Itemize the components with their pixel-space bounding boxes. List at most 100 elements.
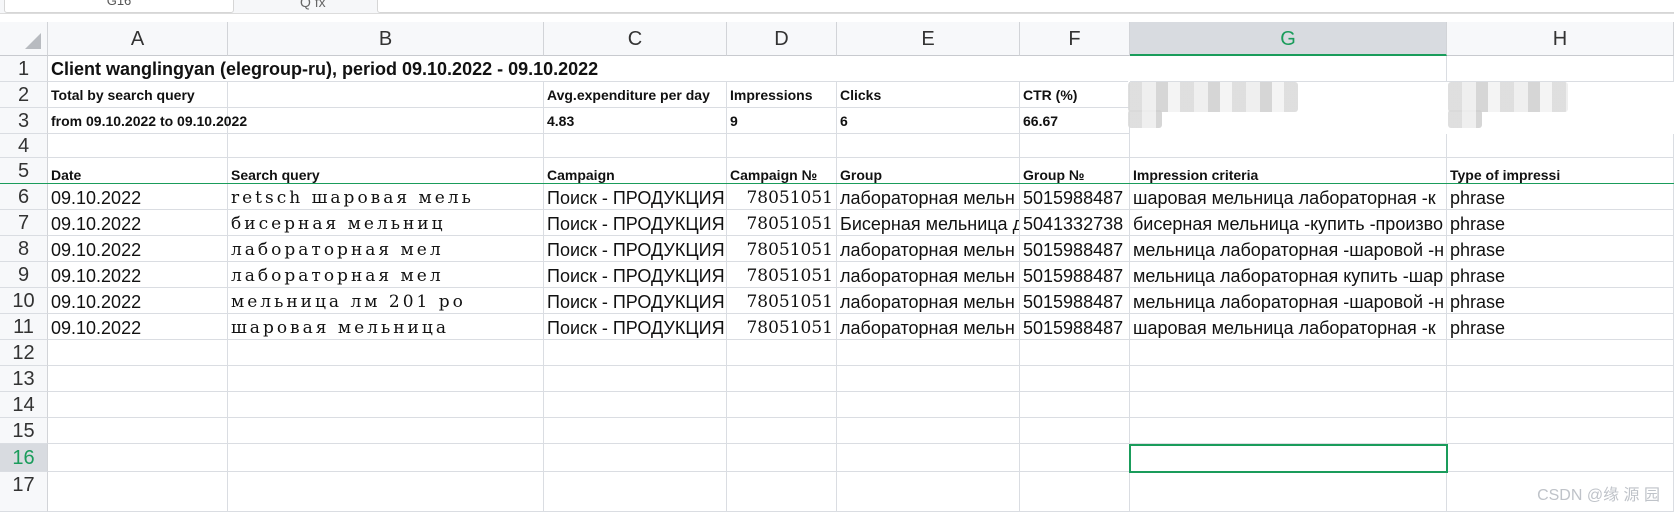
empty-cell[interactable] [1447, 444, 1674, 472]
empty-cell[interactable] [727, 444, 837, 472]
name-box[interactable]: G16 [4, 0, 234, 13]
row-header-4[interactable]: 4 [0, 134, 48, 158]
cell-campaign-no[interactable]: 78051051 [727, 236, 837, 262]
empty-cell[interactable] [1020, 366, 1130, 392]
cell-h4[interactable] [1447, 134, 1674, 158]
column-header-c[interactable]: C [544, 22, 727, 56]
empty-cell[interactable] [48, 472, 228, 512]
cell-d4[interactable] [727, 134, 837, 158]
cell-campaign[interactable]: Поиск - ПРОДУКЦИЯ [544, 262, 727, 288]
empty-cell[interactable] [1020, 444, 1130, 472]
cell-impression-type[interactable]: phrase [1447, 314, 1674, 340]
fx-icon[interactable]: Q fx [300, 0, 326, 10]
cell-e2[interactable]: Clicks [837, 82, 1020, 108]
cell-group-no[interactable]: 5015988487 [1020, 262, 1130, 288]
empty-cell[interactable] [1447, 366, 1674, 392]
cell-impression-type[interactable]: phrase [1447, 288, 1674, 314]
cell-h1[interactable] [1447, 56, 1674, 82]
row-header-8[interactable]: 8 [0, 236, 48, 262]
empty-cell[interactable] [544, 418, 727, 444]
cell-campaign-no[interactable]: 78051051 [727, 314, 837, 340]
empty-cell[interactable] [544, 392, 727, 418]
empty-cell[interactable] [1130, 472, 1447, 512]
row-header-13[interactable]: 13 [0, 366, 48, 392]
cell-date[interactable]: 09.10.2022 [48, 314, 228, 340]
header-group[interactable]: Group [837, 158, 1020, 184]
cell-group-no[interactable]: 5015988487 [1020, 314, 1130, 340]
row-header-11[interactable]: 11 [0, 314, 48, 340]
cell-impression-type[interactable]: phrase [1447, 184, 1674, 210]
column-header-a[interactable]: A [48, 22, 228, 56]
row-header-6[interactable]: 6 [0, 184, 48, 210]
empty-cell[interactable] [837, 392, 1020, 418]
cell-campaign-no[interactable]: 78051051 [727, 210, 837, 236]
empty-cell[interactable] [727, 340, 837, 366]
cell-c4[interactable] [544, 134, 727, 158]
empty-cell[interactable] [48, 444, 228, 472]
column-header-g[interactable]: G [1130, 22, 1447, 56]
cell-campaign[interactable]: Поиск - ПРОДУКЦИЯ [544, 236, 727, 262]
empty-cell[interactable] [727, 366, 837, 392]
header-campaign[interactable]: Campaign [544, 158, 727, 184]
empty-cell[interactable] [48, 418, 228, 444]
empty-cell[interactable] [48, 340, 228, 366]
cell-a3[interactable]: from 09.10.2022 to 09.10.2022 [48, 108, 247, 134]
empty-cell[interactable] [228, 472, 544, 512]
empty-cell[interactable] [48, 392, 228, 418]
empty-cell[interactable] [837, 340, 1020, 366]
cell-campaign[interactable]: Поиск - ПРОДУКЦИЯ [544, 314, 727, 340]
cell-campaign[interactable]: Поиск - ПРОДУКЦИЯ [544, 184, 727, 210]
cell-search-query[interactable]: шаровая мельница [228, 314, 544, 340]
empty-cell[interactable] [837, 472, 1020, 512]
row-header-12[interactable]: 12 [0, 340, 48, 366]
cell-impression-criteria[interactable]: шаровая мельница лабораторная -к [1130, 314, 1447, 340]
cell-f4[interactable] [1020, 134, 1130, 158]
empty-cell[interactable] [1130, 340, 1447, 366]
empty-cell[interactable] [1020, 392, 1130, 418]
header-type-of-impression[interactable]: Type of impressi [1447, 158, 1674, 184]
empty-cell[interactable] [727, 392, 837, 418]
cell-search-query[interactable]: лабораторная мел [228, 236, 544, 262]
cell-d3[interactable]: 9 [727, 108, 837, 134]
cell-campaign-no[interactable]: 78051051 [727, 262, 837, 288]
row-header-7[interactable]: 7 [0, 210, 48, 236]
cell-b3[interactable] [228, 108, 544, 134]
cell-e4[interactable] [837, 134, 1020, 158]
cell-impression-criteria[interactable]: мельница лабораторная -шаровой -н [1130, 288, 1447, 314]
row-header-5[interactable]: 5 [0, 158, 48, 184]
row-header-2[interactable]: 2 [0, 82, 48, 108]
cell-group[interactable]: лабораторная мельн [837, 184, 1020, 210]
cell-impression-criteria[interactable]: бисерная мельница -купить -произво [1130, 210, 1447, 236]
empty-cell[interactable] [1447, 392, 1674, 418]
cell-f2[interactable]: CTR (%) [1020, 82, 1130, 108]
empty-cell[interactable] [1130, 366, 1447, 392]
empty-cell[interactable] [228, 366, 544, 392]
empty-cell[interactable] [1130, 392, 1447, 418]
cell-search-query[interactable]: retsch шаровая мель [228, 184, 544, 210]
empty-cell[interactable] [1020, 418, 1130, 444]
empty-cell[interactable] [727, 418, 837, 444]
select-all-corner[interactable] [0, 22, 48, 56]
row-header-14[interactable]: 14 [0, 392, 48, 418]
cell-b4[interactable] [228, 134, 544, 158]
cell-campaign[interactable]: Поиск - ПРОДУКЦИЯ [544, 210, 727, 236]
empty-cell[interactable] [544, 340, 727, 366]
header-group-no[interactable]: Group № [1020, 158, 1130, 184]
cell-date[interactable]: 09.10.2022 [48, 184, 228, 210]
cell-impression-type[interactable]: phrase [1447, 210, 1674, 236]
row-header-10[interactable]: 10 [0, 288, 48, 314]
empty-cell[interactable] [1447, 418, 1674, 444]
empty-cell[interactable] [837, 366, 1020, 392]
cell-impression-type[interactable]: phrase [1447, 236, 1674, 262]
empty-cell[interactable] [837, 418, 1020, 444]
cell-e3[interactable]: 6 [837, 108, 1020, 134]
empty-cell[interactable] [228, 444, 544, 472]
header-impression-criteria[interactable]: Impression criteria [1130, 158, 1447, 184]
cell-impression-criteria[interactable]: шаровая мельница лабораторная -к [1130, 184, 1447, 210]
cell-f3[interactable]: 66.67 [1020, 108, 1130, 134]
header-date[interactable]: Date [48, 158, 228, 184]
formula-input[interactable] [377, 0, 1674, 13]
cell-date[interactable]: 09.10.2022 [48, 210, 228, 236]
cell-impression-type[interactable]: phrase [1447, 262, 1674, 288]
cell-c2[interactable]: Avg.expenditure per day [544, 82, 727, 108]
